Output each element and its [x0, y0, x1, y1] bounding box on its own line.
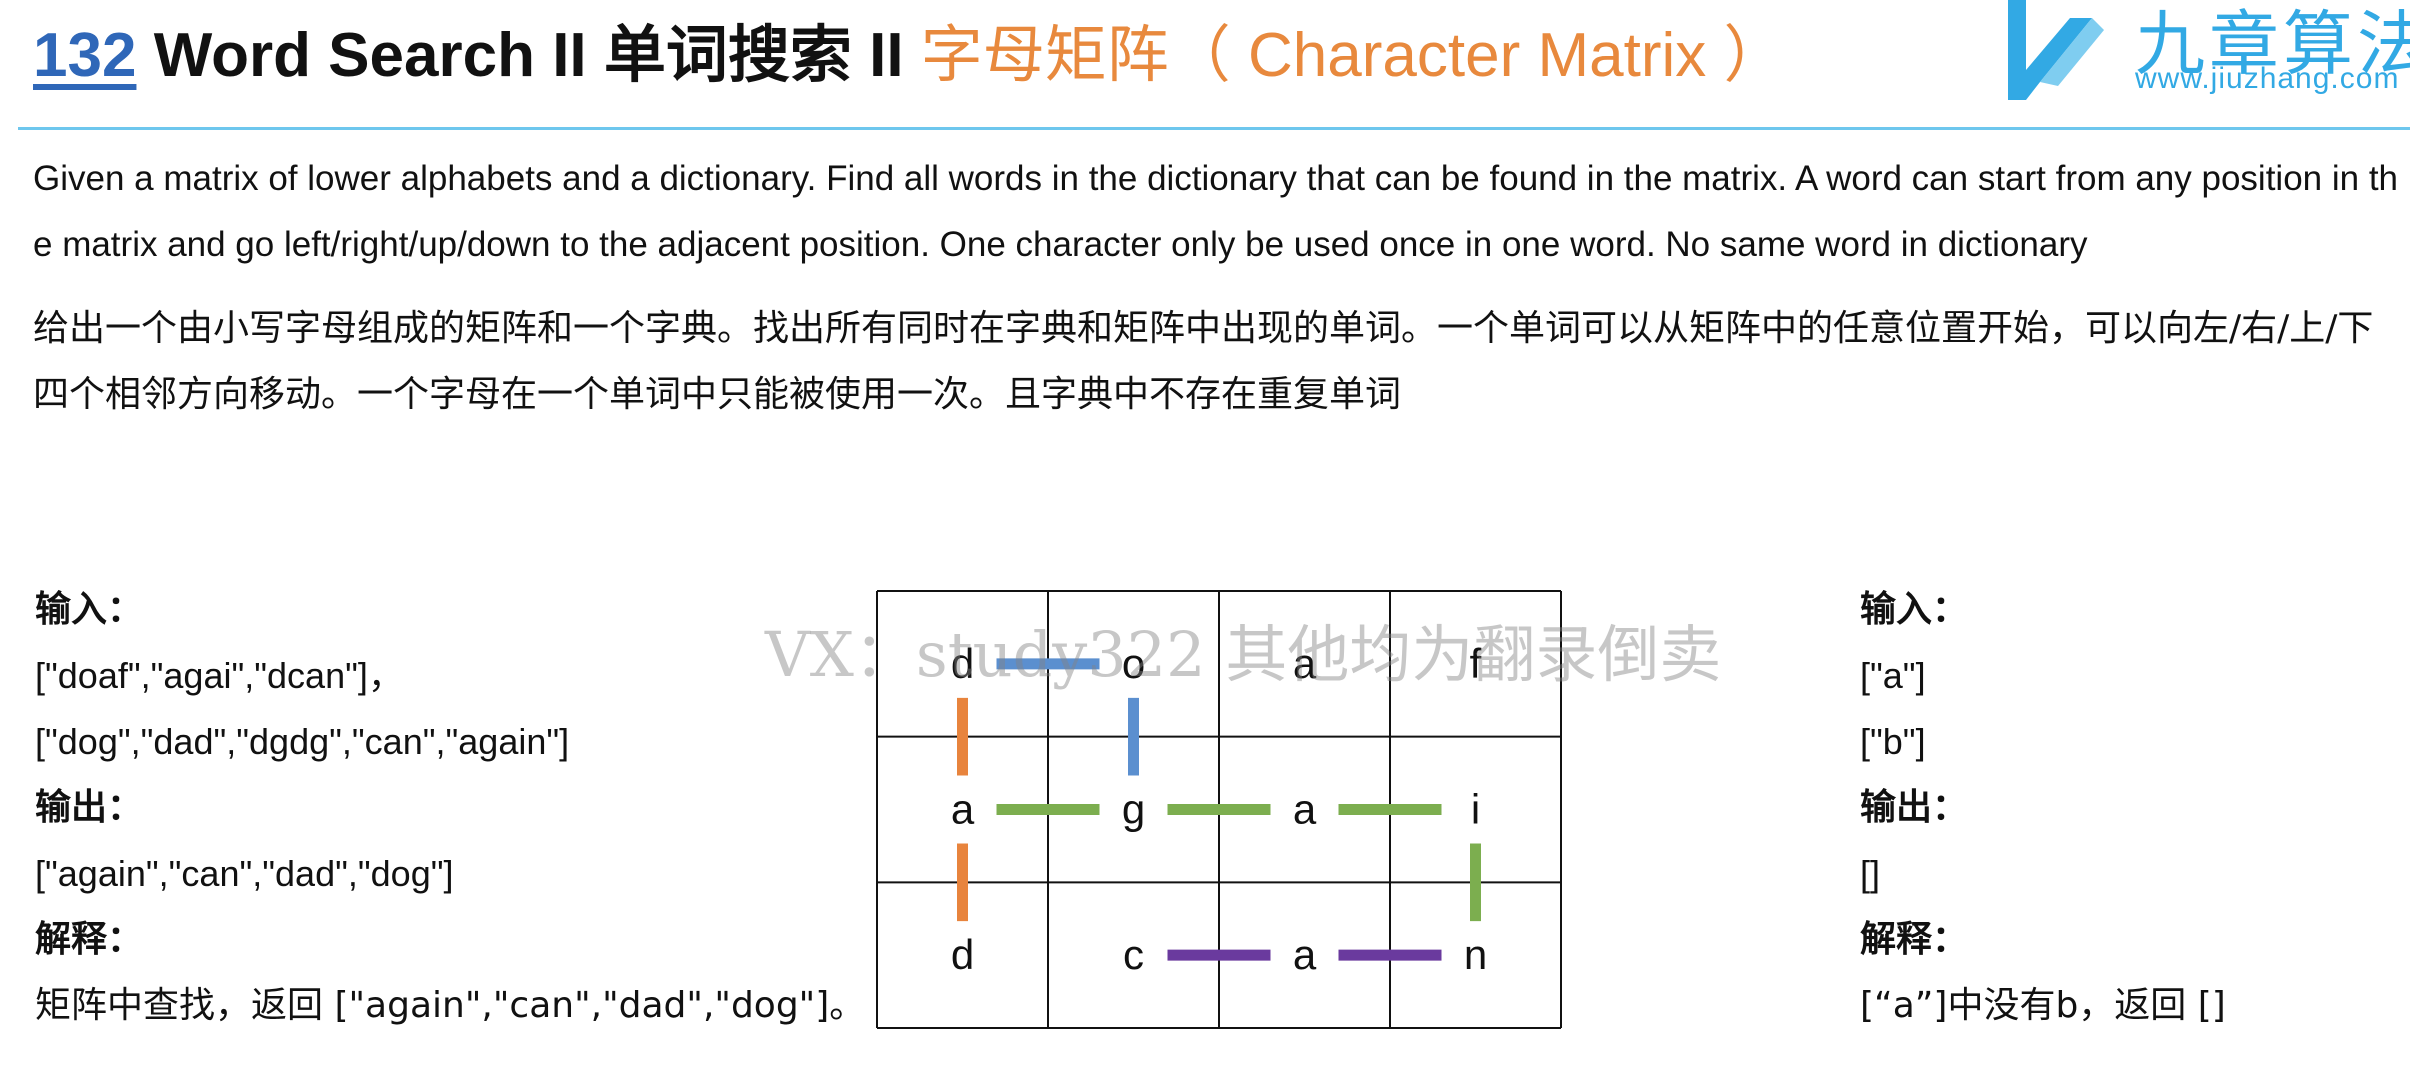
- example2-output-label: 输出：: [1860, 787, 1969, 828]
- description-english: Given a matrix of lower alphabets and a …: [33, 159, 2399, 264]
- example1-output-label: 输出：: [35, 787, 144, 828]
- page-title: 132 Word Search II 单词搜索 II 字母矩阵（ Charact…: [33, 16, 1785, 96]
- example2-output: []: [1860, 853, 1881, 894]
- character-matrix: d o a f a g a i d c a n: [875, 589, 1563, 1030]
- example2-explain-label: 解释：: [1860, 919, 1969, 960]
- title-topic: 字母矩阵（ Character Matrix ）: [920, 21, 1786, 90]
- matrix-cell-letter: a: [1293, 931, 1317, 978]
- logo: 九章算法 www.jiuzhang.com: [2000, 0, 2410, 110]
- example1-input-label: 输入：: [35, 589, 144, 630]
- example2-input-dict: ["b"]: [1860, 721, 1926, 762]
- matrix-cell-letter: g: [1122, 786, 1145, 833]
- example-1: 输入： ["doaf","agai","dcan"]， ["dog","dad"…: [35, 585, 865, 1065]
- example1-input-dict: ["dog","dad","dgdg","can","again"]: [35, 721, 570, 762]
- matrix-cell-letter: a: [1293, 640, 1317, 687]
- problem-number[interactable]: 132: [33, 21, 136, 90]
- matrix-cell-letter: n: [1464, 931, 1487, 978]
- example-2: 输入： ["a"] ["b"] 输出： [] 解释： [“a”]中没有b，返回 …: [1860, 585, 2400, 1065]
- header: 132 Word Search II 单词搜索 II 字母矩阵（ Charact…: [0, 0, 2410, 130]
- logo-url: www.jiuzhang.com: [2135, 62, 2400, 95]
- matrix-cell-letter: f: [1470, 640, 1482, 687]
- title-english: Word Search II 单词搜索 II: [153, 21, 904, 90]
- example1-explain: 矩阵中查找，返回 ["again","can","dad","dog"]。: [35, 985, 866, 1026]
- example2-explain: [“a”]中没有b，返回 []: [1860, 985, 2226, 1026]
- matrix-cell-letter: d: [951, 931, 974, 978]
- matrix-cell-letter: d: [951, 640, 974, 687]
- matrix-cell-letter: a: [951, 786, 975, 833]
- logo-mark-icon: [2008, 0, 2104, 100]
- example1-output: ["again","can","dad","dog"]: [35, 853, 454, 894]
- description-chinese: 给出一个由小写字母组成的矩阵和一个字典。找出所有同时在字典和矩阵中出现的单词。一…: [33, 308, 2374, 415]
- matrix-cell-letter: i: [1471, 786, 1480, 833]
- matrix-cell-letter: c: [1123, 931, 1144, 978]
- matrix-diagram: d o a f a g a i d c a n: [876, 590, 1562, 1029]
- matrix-cell-letter: a: [1293, 786, 1317, 833]
- example2-input-label: 输入：: [1860, 589, 1969, 630]
- example2-input-matrix: ["a"]: [1860, 655, 1926, 696]
- example1-explain-label: 解释：: [35, 919, 144, 960]
- header-divider: [18, 127, 2410, 130]
- matrix-cell-letter: o: [1122, 640, 1145, 687]
- example1-input-matrix: ["doaf","agai","dcan"]，: [35, 655, 404, 696]
